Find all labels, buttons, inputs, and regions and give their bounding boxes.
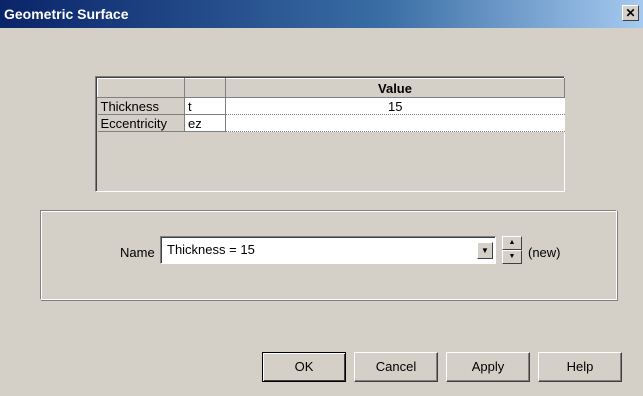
name-label: Name (120, 245, 155, 260)
name-spinner[interactable]: ▲ ▼ (502, 236, 522, 264)
row-value-cell[interactable] (225, 114, 565, 132)
window-title: Geometric Surface (4, 6, 129, 22)
close-button[interactable]: ✕ (622, 5, 639, 21)
close-icon: ✕ (625, 6, 636, 20)
spin-up-icon: ▲ (508, 239, 516, 246)
new-indicator-label: (new) (528, 245, 561, 260)
name-combobox[interactable]: Thickness = 15 ▼ (160, 236, 496, 264)
row-label: Eccentricity (97, 114, 185, 132)
spin-down-icon: ▼ (508, 253, 516, 260)
spin-up-button[interactable]: ▲ (502, 236, 522, 250)
cancel-button[interactable]: Cancel (354, 352, 438, 382)
table-row[interactable]: Eccentricity ez (97, 114, 565, 132)
row-label: Thickness (97, 97, 185, 115)
spin-down-button[interactable]: ▼ (502, 250, 522, 264)
row-symbol: t (184, 97, 226, 115)
column-header-value: Value (225, 78, 565, 98)
ok-button[interactable]: OK (262, 352, 346, 382)
apply-button[interactable]: Apply (446, 352, 530, 382)
title-bar: Geometric Surface ✕ (0, 0, 643, 28)
row-value-cell[interactable]: 15 (225, 97, 565, 115)
row-symbol: ez (184, 114, 226, 132)
table-row[interactable]: Thickness t 15 (97, 97, 565, 115)
properties-table: Value Thickness t 15 Eccentricity ez (97, 78, 565, 132)
help-button[interactable]: Help (538, 352, 622, 382)
dropdown-button[interactable]: ▼ (477, 242, 493, 259)
table-header-row: Value (97, 78, 565, 98)
name-combobox-value: Thickness = 15 (167, 242, 255, 257)
chevron-down-icon: ▼ (481, 246, 489, 255)
properties-grid: Value Thickness t 15 Eccentricity ez (95, 76, 565, 192)
column-header-symbol (184, 78, 226, 98)
column-header-label (97, 78, 185, 98)
